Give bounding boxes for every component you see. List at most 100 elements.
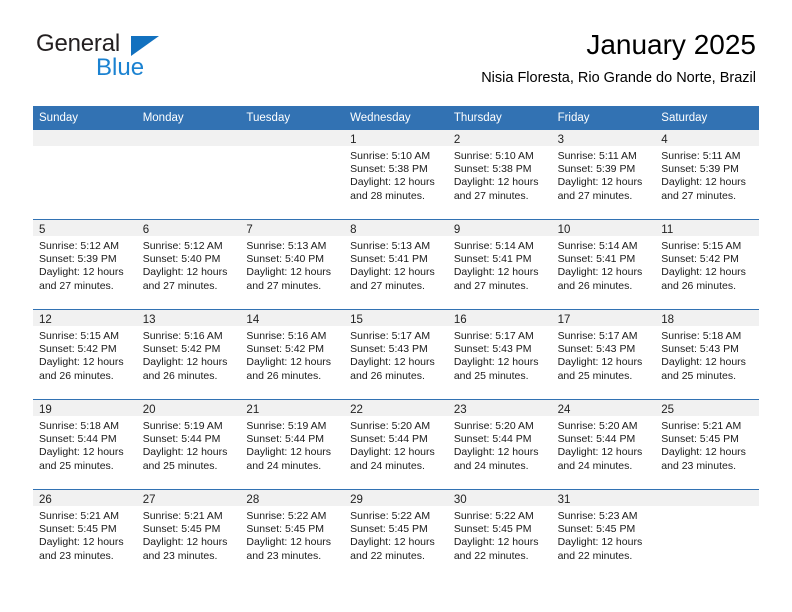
sunset-text: Sunset: 5:44 PM bbox=[453, 433, 532, 446]
calendar-day-cell[interactable]: 29 Sunrise: 5:22 AM Sunset: 5:45 PM Dayligh… bbox=[344, 490, 448, 579]
calendar-day-cell[interactable]: 16 Sunrise: 5:17 AM Sunset: 5:43 PM Dayligh… bbox=[447, 310, 552, 399]
day-details: Sunrise: 5:11 AM Sunset: 5:39 PM Daylight:… bbox=[552, 146, 656, 203]
daylight-text-line1: Daylight: 12 hours bbox=[350, 266, 435, 279]
sunrise-text: Sunrise: 5:16 AM bbox=[246, 330, 327, 342]
calendar-week-row: 26 Sunrise: 5:21 AM Sunset: 5:45 PM Dayligh… bbox=[33, 489, 759, 579]
generalblue-logo[interactable]: General Blue bbox=[36, 32, 196, 80]
calendar-day-cell[interactable]: 24 Sunrise: 5:20 AM Sunset: 5:44 PM Dayligh… bbox=[551, 400, 656, 489]
calendar-day-cell[interactable]: 31 Sunrise: 5:23 AM Sunset: 5:45 PM Dayligh… bbox=[551, 490, 656, 579]
calendar-day-cell[interactable]: 25 Sunrise: 5:21 AM Sunset: 5:45 PM Dayligh… bbox=[655, 400, 759, 489]
sunrise-text: Sunrise: 5:10 AM bbox=[453, 150, 534, 162]
sunrise-text: Sunrise: 5:22 AM bbox=[453, 510, 534, 522]
day-number: 14 bbox=[246, 314, 260, 326]
day-details: Sunrise: 5:19 AM Sunset: 5:44 PM Daylight:… bbox=[137, 416, 241, 473]
day-details: Sunrise: 5:20 AM Sunset: 5:44 PM Daylight:… bbox=[552, 416, 656, 473]
calendar-day-cell[interactable]: 22 Sunrise: 5:20 AM Sunset: 5:44 PM Dayligh… bbox=[344, 400, 448, 489]
day-number: 17 bbox=[557, 314, 571, 326]
calendar-day-cell[interactable]: 5 Sunrise: 5:12 AM Sunset: 5:39 PM Daylight… bbox=[33, 220, 137, 309]
page-subtitle: Nisia Floresta, Rio Grande do Norte, Bra… bbox=[481, 70, 756, 86]
daylight-text-line1: Daylight: 12 hours bbox=[557, 356, 643, 369]
daylight-text-line2: and 25 minutes. bbox=[142, 459, 218, 472]
sunrise-text: Sunrise: 5:17 AM bbox=[453, 330, 534, 342]
day-details: Sunrise: 5:13 AM Sunset: 5:40 PM Daylight:… bbox=[240, 236, 344, 293]
calendar-week-row: 19 Sunrise: 5:18 AM Sunset: 5:44 PM Dayligh… bbox=[33, 399, 759, 489]
day-number-bar: 27 bbox=[136, 490, 241, 506]
sunrise-text: Sunrise: 5:10 AM bbox=[350, 150, 431, 162]
sunset-text: Sunset: 5:39 PM bbox=[557, 163, 636, 176]
calendar-day-cell[interactable]: 1 Sunrise: 5:10 AM Sunset: 5:38 PM Daylight… bbox=[344, 130, 448, 219]
day-details: Sunrise: 5:17 AM Sunset: 5:43 PM Daylight:… bbox=[344, 326, 448, 383]
calendar-day-cell[interactable]: 7 Sunrise: 5:13 AM Sunset: 5:40 PM Daylight… bbox=[240, 220, 345, 309]
sunset-text: Sunset: 5:43 PM bbox=[661, 343, 739, 356]
day-number-bar: 5 bbox=[33, 220, 137, 236]
sunset-text: Sunset: 5:44 PM bbox=[350, 433, 428, 446]
sunset-text: Sunset: 5:42 PM bbox=[142, 343, 221, 356]
day-number-bar: 26 bbox=[33, 490, 137, 506]
weekday-header-monday: Monday bbox=[142, 112, 184, 124]
calendar-day-cell[interactable]: 10 Sunrise: 5:14 AM Sunset: 5:41 PM Dayligh… bbox=[551, 220, 656, 309]
daylight-text-line1: Daylight: 12 hours bbox=[661, 356, 746, 369]
daylight-text-line2: and 27 minutes. bbox=[350, 279, 425, 292]
calendar-day-cell[interactable]: 26 Sunrise: 5:21 AM Sunset: 5:45 PM Dayligh… bbox=[33, 490, 137, 579]
calendar-day-cell[interactable]: 8 Sunrise: 5:13 AM Sunset: 5:41 PM Daylight… bbox=[344, 220, 448, 309]
day-details: Sunrise: 5:23 AM Sunset: 5:45 PM Daylight:… bbox=[552, 506, 656, 563]
calendar-day-cell[interactable]: 6 Sunrise: 5:12 AM Sunset: 5:40 PM Daylight… bbox=[136, 220, 241, 309]
day-number-bar: 10 bbox=[551, 220, 656, 236]
day-number-bar: 21 bbox=[240, 400, 345, 416]
day-details: Sunrise: 5:15 AM Sunset: 5:42 PM Daylight:… bbox=[33, 326, 137, 383]
day-details: Sunrise: 5:10 AM Sunset: 5:38 PM Daylight:… bbox=[344, 146, 448, 203]
day-number: 31 bbox=[557, 494, 571, 506]
calendar-day-cell[interactable]: 13 Sunrise: 5:16 AM Sunset: 5:42 PM Dayligh… bbox=[136, 310, 241, 399]
day-number-bar: 8 bbox=[344, 220, 448, 236]
calendar-day-cell[interactable]: 20 Sunrise: 5:19 AM Sunset: 5:44 PM Dayligh… bbox=[136, 400, 241, 489]
calendar-day-cell[interactable]: 23 Sunrise: 5:20 AM Sunset: 5:44 PM Dayligh… bbox=[447, 400, 552, 489]
day-number: 30 bbox=[453, 494, 467, 506]
day-details: Sunrise: 5:21 AM Sunset: 5:45 PM Daylight:… bbox=[655, 416, 759, 473]
day-details: Sunrise: 5:20 AM Sunset: 5:44 PM Daylight:… bbox=[448, 416, 552, 473]
calendar-day-cell[interactable]: 4 Sunrise: 5:11 AM Sunset: 5:39 PM Daylight… bbox=[655, 130, 759, 219]
weekday-header-saturday: Saturday bbox=[661, 112, 708, 124]
daylight-text-line2: and 25 minutes. bbox=[661, 369, 736, 382]
day-number: 2 bbox=[453, 134, 461, 146]
daylight-text-line2: and 27 minutes. bbox=[246, 279, 322, 292]
calendar-day-cell[interactable]: 2 Sunrise: 5:10 AM Sunset: 5:38 PM Daylight… bbox=[447, 130, 552, 219]
day-details: Sunrise: 5:16 AM Sunset: 5:42 PM Daylight:… bbox=[240, 326, 344, 383]
calendar-day-cell[interactable]: 14 Sunrise: 5:16 AM Sunset: 5:42 PM Dayligh… bbox=[240, 310, 345, 399]
day-details: Sunrise: 5:10 AM Sunset: 5:38 PM Daylight:… bbox=[448, 146, 552, 203]
sunrise-text: Sunrise: 5:21 AM bbox=[661, 420, 742, 432]
calendar-day-cell[interactable]: 11 Sunrise: 5:15 AM Sunset: 5:42 PM Dayligh… bbox=[655, 220, 759, 309]
weekday-header-wednesday: Wednesday bbox=[350, 112, 411, 124]
calendar-day-cell[interactable]: 19 Sunrise: 5:18 AM Sunset: 5:44 PM Dayligh… bbox=[33, 400, 137, 489]
calendar-day-cell[interactable]: 28 Sunrise: 5:22 AM Sunset: 5:45 PM Dayligh… bbox=[240, 490, 345, 579]
calendar-day-cell-empty bbox=[240, 130, 345, 219]
day-details: Sunrise: 5:13 AM Sunset: 5:41 PM Daylight:… bbox=[344, 236, 448, 293]
calendar-day-cell[interactable]: 9 Sunrise: 5:14 AM Sunset: 5:41 PM Daylight… bbox=[447, 220, 552, 309]
calendar-day-cell[interactable]: 3 Sunrise: 5:11 AM Sunset: 5:39 PM Daylight… bbox=[551, 130, 656, 219]
sunset-text: Sunset: 5:42 PM bbox=[246, 343, 325, 356]
day-details: Sunrise: 5:12 AM Sunset: 5:40 PM Daylight:… bbox=[137, 236, 241, 293]
day-details: Sunrise: 5:17 AM Sunset: 5:43 PM Daylight:… bbox=[552, 326, 656, 383]
calendar-day-cell[interactable]: 27 Sunrise: 5:21 AM Sunset: 5:45 PM Dayligh… bbox=[136, 490, 241, 579]
calendar-day-cell[interactable]: 17 Sunrise: 5:17 AM Sunset: 5:43 PM Dayligh… bbox=[551, 310, 656, 399]
day-number: 6 bbox=[142, 224, 150, 236]
sunset-text: Sunset: 5:45 PM bbox=[142, 523, 221, 536]
logo-text-blue: Blue bbox=[96, 54, 145, 81]
calendar-day-cell[interactable]: 15 Sunrise: 5:17 AM Sunset: 5:43 PM Dayligh… bbox=[344, 310, 448, 399]
sunrise-text: Sunrise: 5:13 AM bbox=[350, 240, 431, 252]
daylight-text-line2: and 24 minutes. bbox=[350, 459, 425, 472]
day-number-bar: 14 bbox=[240, 310, 345, 326]
calendar-day-cell[interactable]: 12 Sunrise: 5:15 AM Sunset: 5:42 PM Dayligh… bbox=[33, 310, 137, 399]
daylight-text-line2: and 27 minutes. bbox=[453, 189, 529, 202]
daylight-text-line2: and 27 minutes. bbox=[557, 189, 633, 202]
sunset-text: Sunset: 5:41 PM bbox=[453, 253, 532, 266]
day-number: 4 bbox=[661, 134, 668, 146]
sunrise-text: Sunrise: 5:19 AM bbox=[246, 420, 327, 432]
day-number: 1 bbox=[350, 134, 357, 146]
calendar-day-cell[interactable]: 18 Sunrise: 5:18 AM Sunset: 5:43 PM Dayligh… bbox=[655, 310, 759, 399]
day-number-bar bbox=[655, 490, 759, 506]
day-number-bar: 6 bbox=[136, 220, 241, 236]
day-number: 25 bbox=[661, 404, 675, 416]
calendar-day-cell[interactable]: 21 Sunrise: 5:19 AM Sunset: 5:44 PM Dayligh… bbox=[240, 400, 345, 489]
logo-triangle-icon bbox=[131, 36, 159, 56]
calendar-day-cell[interactable]: 30 Sunrise: 5:22 AM Sunset: 5:45 PM Dayligh… bbox=[447, 490, 552, 579]
